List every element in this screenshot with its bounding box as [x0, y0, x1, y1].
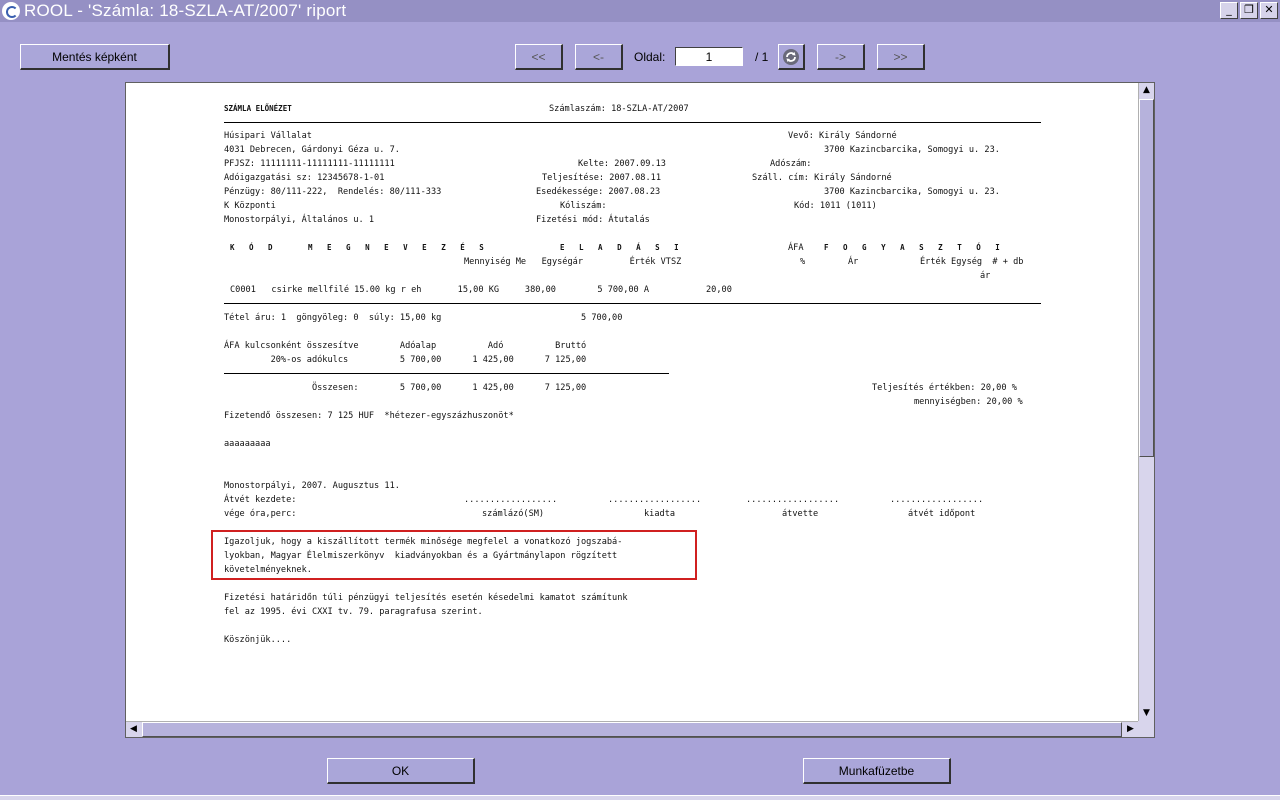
- certificate-line: követelményeknek.: [224, 565, 312, 575]
- invoice-number: Számlaszám: 18-SZLA-AT/2007: [549, 104, 689, 114]
- horizontal-scrollbar[interactable]: ◀ ▶: [126, 721, 1138, 737]
- report-title: SZÁMLA ELŐNÉZET: [224, 104, 292, 113]
- thanks: Köszönjük....: [224, 635, 292, 645]
- divider: [224, 373, 669, 374]
- signature-line: ..................: [608, 495, 702, 505]
- signature-line: ..................: [464, 495, 558, 505]
- scroll-down-icon[interactable]: ▼: [1139, 706, 1154, 721]
- divider: [224, 122, 1041, 123]
- performance-quantity: mennyiségben: 20,00 %: [914, 397, 1023, 407]
- late-payment-line: Fizetési határidőn túli pénzügyi teljesí…: [224, 593, 628, 603]
- vertical-scroll-thumb[interactable]: [1139, 99, 1154, 457]
- scrollbar-corner: [1138, 721, 1154, 737]
- window-bottom-edge: [0, 795, 1280, 800]
- page-total: / 1: [755, 50, 769, 64]
- col-vat: ÁFA: [788, 243, 804, 253]
- refresh-button[interactable]: [778, 44, 805, 70]
- payment-method: Fizetési mód: Átutalás: [536, 215, 650, 225]
- vat-summary-row: 20%-os adókulcs 5 700,00 1 425,00 7 125,…: [224, 355, 587, 365]
- receive-end-label: vége óra,perc:: [224, 509, 297, 519]
- col-consumer-sub: Érték Egység # + db: [920, 257, 1024, 267]
- issue-date: Kelte: 2007.09.13: [578, 159, 666, 169]
- buyer-tax-no: Adószám:: [770, 159, 812, 169]
- vat-summary-total: Összesen: 5 700,00 1 425,00 7 125,00: [224, 383, 587, 393]
- signature-line: ..................: [890, 495, 984, 505]
- ok-button[interactable]: OK: [327, 758, 475, 784]
- place-date: Monostorpályi, 2007. Augusztus 11.: [224, 481, 400, 491]
- col-sales: E L A D Á S I: [560, 243, 684, 252]
- signature-received: átvette: [782, 509, 819, 519]
- first-page-button[interactable]: <<: [515, 44, 563, 70]
- performance-date: Teljesítése: 2007.08.11: [542, 173, 661, 183]
- col-subheaders: Mennyiség Me Egységár Érték VTSZ: [464, 257, 682, 267]
- buyer-address: 3700 Kazincbarcika, Somogyi u. 23.: [824, 145, 1000, 155]
- seller-pfjsz: PFJSZ: 11111111-11111111-11111111: [224, 159, 395, 169]
- due-date: Esedékessége: 2007.08.23: [536, 187, 661, 197]
- placeholder-text: aaaaaaaaa: [224, 439, 271, 449]
- vat-summary-header: ÁFA kulcsonként összesítve Adóalap Adó B…: [224, 341, 587, 351]
- close-button[interactable]: ✕: [1260, 2, 1278, 19]
- col-vat-percent: %: [800, 257, 806, 267]
- shipping-address-2: 3700 Kazincbarcika, Somogyi u. 23.: [824, 187, 1000, 197]
- restore-button[interactable]: ❐: [1240, 2, 1258, 19]
- signature-time: átvét időpont: [908, 509, 976, 519]
- horizontal-scroll-thumb[interactable]: [142, 722, 1122, 737]
- totals-line: Tétel áru: 1 göngyöleg: 0 súly: 15,00 kg…: [224, 313, 623, 323]
- col-code: K Ó D: [230, 243, 278, 252]
- certificate-line: lyokban, Magyar Élelmiszerkönyv kiadvány…: [224, 551, 618, 561]
- scroll-up-icon[interactable]: ▲: [1139, 83, 1154, 98]
- col-price: Ár: [848, 257, 859, 267]
- title-bar: ROOL - 'Számla: 18-SZLA-AT/2007' riport …: [0, 0, 1280, 22]
- seller-site: Monostorpályi, Általános u. 1: [224, 215, 375, 225]
- window-controls: _ ❐ ✕: [1220, 2, 1278, 19]
- divider: [224, 303, 1041, 304]
- buyer: Vevő: Király Sándorné: [788, 131, 897, 141]
- scroll-right-icon[interactable]: ▶: [1123, 722, 1138, 737]
- page-number-input[interactable]: [675, 47, 743, 66]
- seller-name: Húsipari Vállalat: [224, 131, 312, 141]
- late-payment-line: fel az 1995. évi CXXI tv. 79. paragrafus…: [224, 607, 483, 617]
- buyer-code: Kód: 1011 (1011): [794, 201, 877, 211]
- minimize-button[interactable]: _: [1220, 2, 1238, 19]
- seller-address: 4031 Debrecen, Gárdonyi Géza u. 7.: [224, 145, 400, 155]
- report-preview[interactable]: SZÁMLA ELŐNÉZET Számlaszám: 18-SZLA-AT/2…: [125, 82, 1155, 738]
- col-consumer: F O G Y A S Z T Ó I: [824, 243, 1005, 252]
- certificate-line: Igazoljuk, hogy a kiszállított termék mi…: [224, 537, 623, 547]
- payable-total: Fizetendő összesen: 7 125 HUF *hétezer-e…: [224, 411, 514, 421]
- table-row: C0001 csirke mellfilé 15.00 kg r eh 15,0…: [230, 285, 732, 295]
- refresh-icon: [783, 48, 799, 65]
- shipping-address: Száll. cím: Király Sándorné: [752, 173, 892, 183]
- performance-value: Teljesítés értékben: 20,00 %: [872, 383, 1017, 393]
- seller-central: K Központi: [224, 201, 276, 211]
- last-page-button[interactable]: >>: [877, 44, 925, 70]
- scroll-left-icon[interactable]: ◀: [126, 722, 141, 737]
- col-name: M E G N E V E Z É S: [308, 243, 489, 252]
- invoice-document: SZÁMLA ELŐNÉZET Számlaszám: 18-SZLA-AT/2…: [126, 83, 1138, 721]
- vertical-scrollbar[interactable]: ▲ ▼: [1138, 83, 1154, 721]
- sender-number: Kóliszám:: [560, 201, 607, 211]
- signature-line: ..................: [746, 495, 840, 505]
- receive-start-label: Átvét kezdete:: [224, 495, 297, 505]
- app-icon: [2, 2, 20, 20]
- send-to-workbook-button[interactable]: Munkafüzetbe: [803, 758, 951, 784]
- seller-finance: Pénzügy: 80/111-222, Rendelés: 80/111-33…: [224, 187, 442, 197]
- save-as-image-button[interactable]: Mentés képként: [20, 44, 170, 70]
- signature-invoicer: számlázó(SM): [482, 509, 545, 519]
- window-title: ROOL - 'Számla: 18-SZLA-AT/2007' riport: [24, 1, 347, 20]
- col-unit-price: ár: [980, 271, 991, 281]
- seller-tax-id: Adóigazgatási sz: 12345678-1-01: [224, 173, 385, 183]
- signature-issued: kiadta: [644, 509, 676, 519]
- page-label: Oldal:: [634, 50, 666, 64]
- next-page-button[interactable]: ->: [817, 44, 865, 70]
- prev-page-button[interactable]: <-: [575, 44, 623, 70]
